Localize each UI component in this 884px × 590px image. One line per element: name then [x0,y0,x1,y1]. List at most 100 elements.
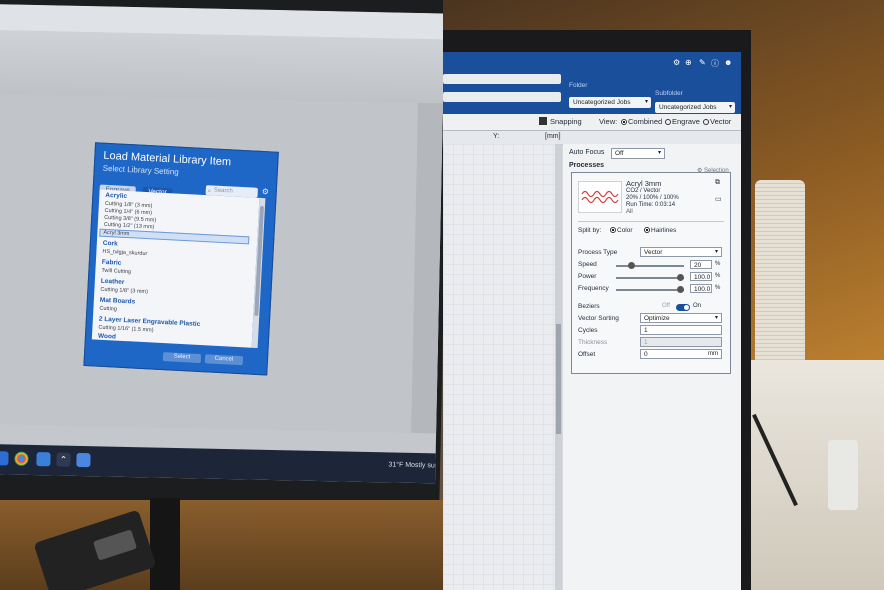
slider-knob[interactable] [628,262,636,269]
category-fabric[interactable]: Fabric [102,259,122,267]
processes-label: Processes [569,162,605,169]
user-icon[interactable]: ☻ [724,58,732,67]
list-item[interactable]: Twill Cutting [101,268,131,276]
radio-icon [610,227,616,233]
vector-sorting-dropdown[interactable]: Optimize ▾ [640,313,722,323]
chevron-down-icon: ▾ [714,315,718,321]
globe-icon[interactable]: ⊕ [685,58,692,67]
split-hairlines-label: Hairlines [651,227,677,234]
vector-preview-icon [581,190,619,204]
list-item[interactable]: Cutting 1/8" (3 mm) [100,287,148,295]
header-field-2[interactable] [443,92,561,102]
frequency-slider[interactable] [616,286,684,293]
auto-focus-dropdown[interactable]: Off ▾ [611,148,665,159]
category-wood[interactable]: Wood [98,333,116,341]
view-combined-radio[interactable]: Combined [621,117,662,126]
files-icon[interactable] [36,452,51,467]
slider-knob[interactable] [677,286,684,293]
ruler: Y: [mm] [443,131,741,145]
power-slider[interactable] [616,274,684,281]
settings-icon[interactable]: ⚙ [673,58,680,67]
power-input[interactable]: 100.0 [690,272,712,281]
canvas-grid [443,144,561,590]
slider-knob[interactable] [677,274,684,281]
folder-icon[interactable]: ▭ [715,195,722,203]
frequency-label: Frequency [578,285,609,292]
header-field-1[interactable] [443,74,561,84]
chrome-icon[interactable] [14,451,29,466]
beziers-on-label: On [693,303,702,309]
frequency-input[interactable]: 100.0 [690,284,712,293]
split-hairlines-radio[interactable]: Hairlines [644,227,676,234]
process-type-value: Vector [644,249,663,256]
view-engrave-label: Engrave [672,117,700,126]
list-item-selected[interactable]: Acryl 3mm [99,228,250,245]
thickness-input[interactable]: 1 [640,337,722,347]
offset-input[interactable]: 0 mm [640,349,722,359]
list-item[interactable]: Cutting [99,306,117,313]
view-vector-label: Vector [710,117,732,126]
speed-slider[interactable] [616,262,684,269]
dialog-subtitle: Select Library Setting [102,163,179,177]
view-vector-radio[interactable]: Vector [703,117,731,126]
folder-dropdown[interactable]: Uncategorized Jobs ▾ [569,97,651,108]
snapping-toggle[interactable]: Snapping [539,117,582,126]
vector-sorting-value: Optimize [644,315,670,322]
right-monitor-screen: ⚙ ⊕ ✎ ⓘ ☻ Folder Uncategorized Jobs ▾ Su… [443,52,741,590]
power-unit: % [715,273,721,279]
weather-text: 31°F Mostly sunny [388,461,443,470]
offset-unit: mm [708,351,718,357]
canvas-scrollbar[interactable] [555,144,562,590]
cycles-label: Cycles [578,327,598,334]
process-type-label: Process Type [578,249,618,256]
process-name: Acryl 3mm [626,179,662,188]
load-material-dialog: Load Material Library Item Select Librar… [83,142,279,376]
process-scope: All [626,209,633,215]
list-item[interactable]: HS_tvlgja_skurdur [102,249,147,257]
power-strip [828,440,858,510]
split-color-radio[interactable]: Color [610,227,633,234]
radio-icon [703,119,709,125]
copy-icon[interactable]: ⧉ [715,179,720,187]
app-toolbar-area [0,29,443,104]
app-taskbar-icon[interactable] [76,452,91,468]
ruler-y-label: Y: [493,133,500,140]
info-icon[interactable]: ⓘ [711,58,719,69]
process-panel: Auto Focus Off ▾ Processes ⚙ Selection A… [563,144,741,590]
chevron-down-icon: ▾ [714,249,718,255]
radio-icon [644,227,650,233]
process-type-dropdown[interactable]: Vector ▾ [640,247,722,257]
checkbox-icon[interactable] [539,117,547,125]
subfolder-dropdown[interactable]: Uncategorized Jobs ▾ [655,102,735,113]
beziers-label: Beziers [578,303,600,310]
process-card[interactable]: Acryl 3mm CO2 / Vector 20% / 100% / 100%… [571,172,731,374]
gear-icon[interactable]: ⚙ [262,187,270,196]
category-leather[interactable]: Leather [101,278,125,286]
work-canvas[interactable] [443,144,561,590]
auto-focus-value: Off [615,150,624,157]
process-thumbnail [578,181,622,213]
category-mat-boards[interactable]: Mat Boards [100,297,136,306]
chevron-down-icon: ▾ [728,104,732,110]
speed-input[interactable]: 20 [690,260,712,269]
divider [578,221,724,222]
cycles-input[interactable]: 1 [640,325,722,335]
thickness-label: Thickness [578,339,608,346]
shelf-background [751,360,884,590]
process-run-time: Run Time: 0:03:14 [626,202,676,208]
tools-icon[interactable]: ✎ [699,58,706,67]
view-engrave-radio[interactable]: Engrave [665,117,700,126]
taskview-icon[interactable]: ⌃ [56,452,71,467]
category-acrylic[interactable]: Acrylic [105,192,127,200]
chevron-down-icon: ▾ [644,99,648,105]
scrollbar-thumb[interactable] [556,324,561,434]
cancel-button[interactable]: Cancel [204,354,244,366]
split-by-label: Split by: [578,227,602,234]
radio-icon [621,119,627,125]
start-icon[interactable] [0,451,9,466]
left-monitor-screen: ⌃ 31°F Mostly sunny Load Material Librar… [0,4,443,484]
category-cork[interactable]: Cork [103,240,118,248]
beziers-toggle[interactable] [676,304,690,311]
radio-icon [665,119,671,125]
select-button[interactable]: Select [162,352,202,364]
